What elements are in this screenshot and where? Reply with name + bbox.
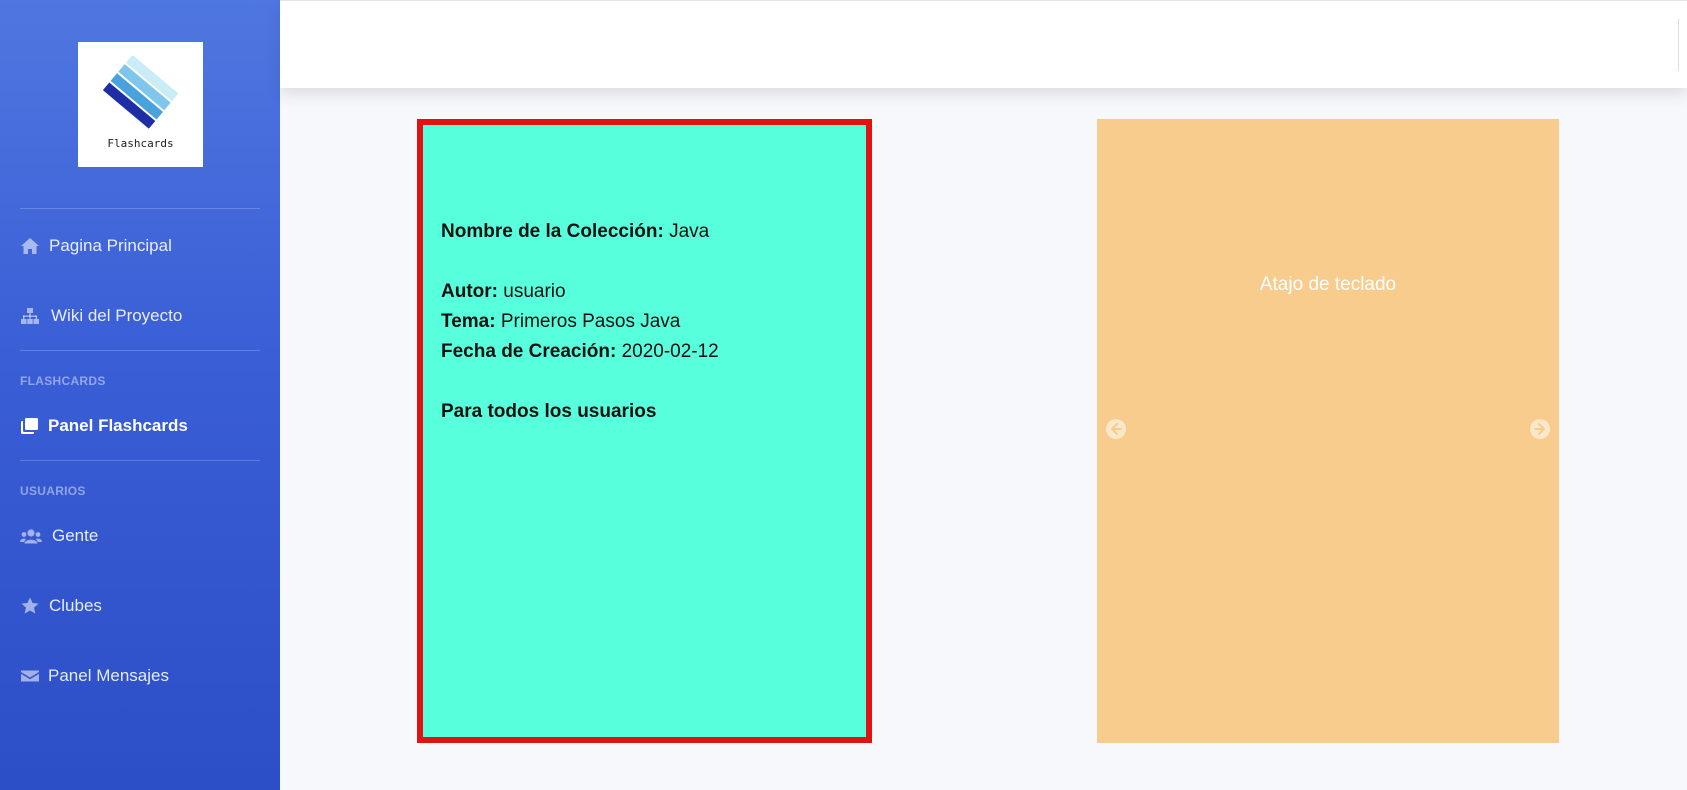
- section-heading-usuarios: USUARIOS: [20, 484, 86, 498]
- sidebar-item-label: Wiki del Proyecto: [51, 306, 183, 325]
- carousel-next-button[interactable]: [1529, 418, 1551, 440]
- carousel: Atajo de teclado: [1097, 119, 1559, 743]
- topbar-divider: [1678, 19, 1679, 71]
- sidebar-item-label: Panel Flashcards: [48, 416, 188, 435]
- logo-text: Flashcards: [107, 137, 174, 150]
- sidebar-divider: [20, 350, 260, 351]
- collection-name-value: Java: [669, 221, 710, 242]
- home-icon: [20, 237, 40, 255]
- flashcards-logo-icon: [102, 56, 179, 129]
- sidebar-item-panel-flashcards[interactable]: Panel Flashcards: [20, 416, 188, 436]
- users-icon: [20, 527, 42, 545]
- sidebar-item-wiki-del-proyecto[interactable]: Wiki del Proyecto: [20, 306, 182, 326]
- sidebar-item-pagina-principal[interactable]: Pagina Principal: [20, 236, 172, 256]
- author-label: Autor:: [441, 281, 498, 302]
- sidebar-item-clubes[interactable]: Clubes: [20, 596, 102, 616]
- sidebar-item-label: Clubes: [49, 596, 102, 615]
- arrow-circle-left-icon: [1106, 419, 1126, 439]
- collection-name-label: Nombre de la Colección:: [441, 221, 664, 242]
- sidebar-item-label: Gente: [52, 526, 99, 545]
- sidebar-item-gente[interactable]: Gente: [20, 526, 98, 546]
- sidebar-item-label: Panel Mensajes: [48, 666, 169, 685]
- collection-card[interactable]: Nombre de la Colección: Java Autor: usua…: [417, 119, 872, 743]
- topic-label: Tema:: [441, 311, 496, 332]
- section-heading-flashcards: FLASHCARDS: [20, 374, 106, 388]
- author-row: Autor: usuario: [441, 277, 848, 307]
- envelope-icon: [20, 667, 40, 685]
- sitemap-icon: [20, 307, 40, 325]
- creation-date-value: 2020-02-12: [621, 341, 719, 362]
- creation-date-label: Fecha de Creación:: [441, 341, 617, 362]
- carousel-prev-button[interactable]: [1105, 418, 1127, 440]
- visibility-text: Para todos los usuarios: [441, 401, 657, 422]
- topbar: [280, 0, 1687, 88]
- author-value: usuario: [503, 281, 566, 302]
- brand-logo[interactable]: Flashcards: [78, 42, 203, 167]
- arrow-circle-right-icon: [1530, 419, 1550, 439]
- star-icon: [20, 597, 40, 615]
- copy-icon: [20, 417, 40, 435]
- topic-value: Primeros Pasos Java: [500, 311, 681, 332]
- sidebar-item-label: Pagina Principal: [49, 236, 172, 255]
- sidebar: Flashcards Pagina Principal Wiki del Pro…: [0, 0, 280, 790]
- sidebar-divider: [20, 208, 260, 209]
- creation-date-row: Fecha de Creación: 2020-02-12: [441, 337, 848, 367]
- topic-row: Tema: Primeros Pasos Java: [441, 307, 848, 337]
- collection-name-row: Nombre de la Colección: Java: [441, 217, 848, 247]
- sidebar-item-panel-mensajes[interactable]: Panel Mensajes: [20, 666, 169, 686]
- carousel-caption: Atajo de teclado: [1259, 274, 1397, 295]
- sidebar-divider: [20, 460, 260, 461]
